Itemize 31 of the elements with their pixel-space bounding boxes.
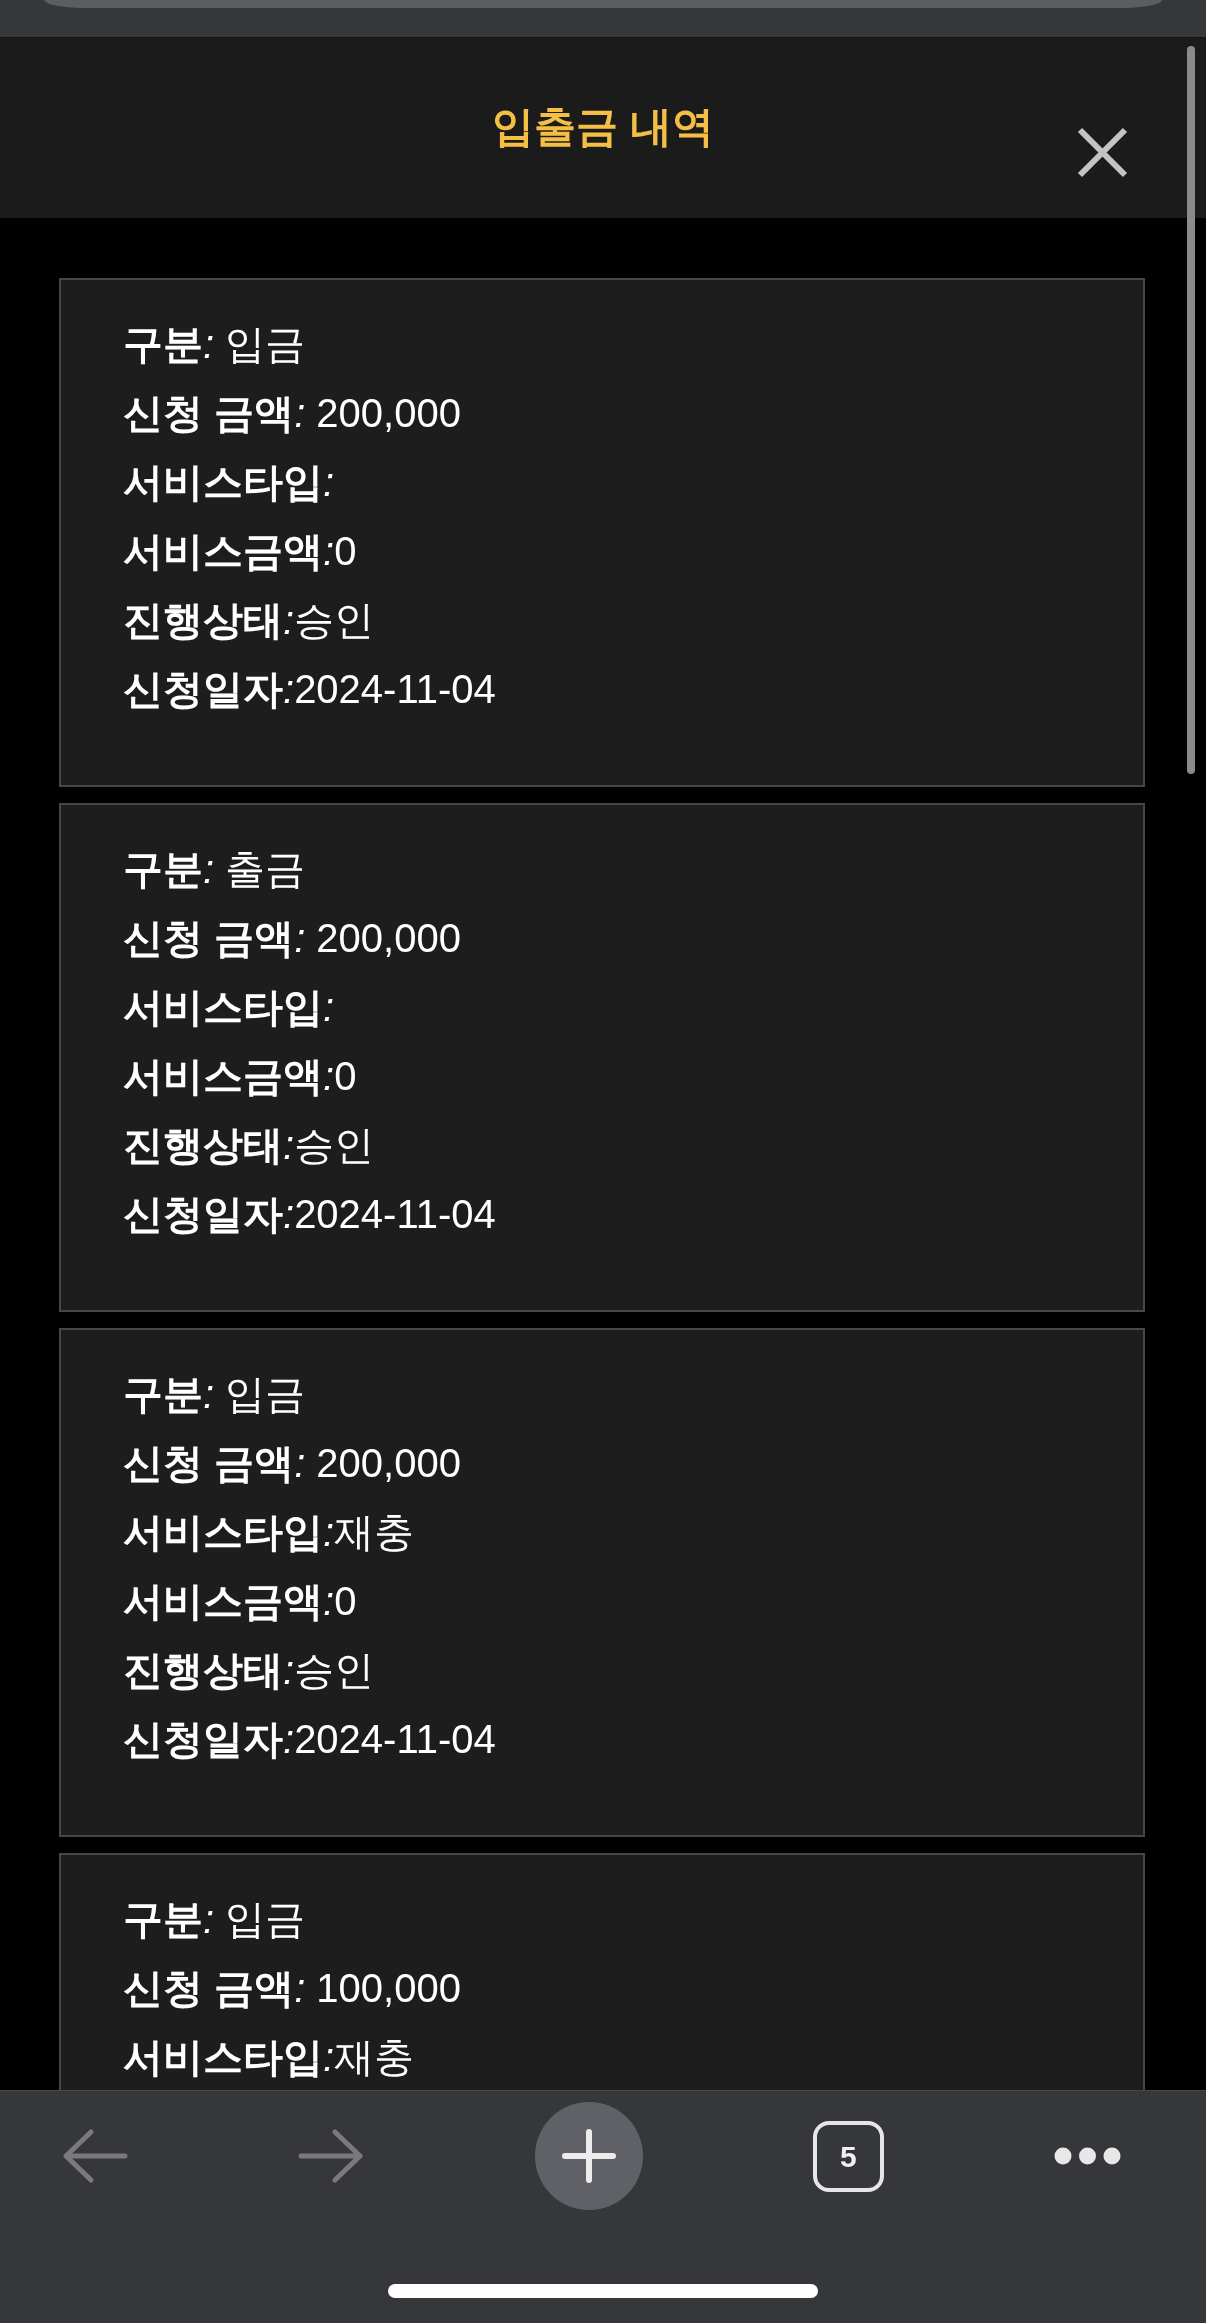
tabs-button[interactable]: 5: [812, 2120, 884, 2192]
record-field: 서비스금액:0: [123, 1042, 357, 1111]
record-field: 서비스타입:: [123, 448, 335, 517]
close-button[interactable]: [1077, 127, 1128, 178]
record-field: 신청일자:2024-11-04: [123, 1180, 496, 1249]
record-field: 신청 금액: 200,000: [123, 1429, 461, 1498]
record-field: 진행상태:승인: [123, 1636, 375, 1705]
record-field: 구분: 입금: [123, 1360, 306, 1429]
scrollbar[interactable]: [1187, 46, 1195, 774]
record-field: 구분: 입금: [123, 1885, 306, 1954]
more-icon: [1054, 2147, 1121, 2165]
record-field: 신청일자:2024-11-04: [123, 655, 496, 724]
more-button[interactable]: [1054, 2147, 1121, 2165]
record-field: 구분: 입금: [123, 310, 306, 379]
record-field: 진행상태:승인: [123, 1111, 375, 1180]
record-field: 구분: 출금: [123, 835, 306, 904]
record-field: 신청일자:2024-11-04: [123, 1705, 496, 1774]
record-field: 서비스타입:: [123, 973, 335, 1042]
record-field: 신청 금액: 200,000: [123, 904, 461, 973]
record-field: 신청 금액: 100,000: [123, 1954, 461, 2023]
close-icon: [1077, 127, 1128, 178]
record-field: 진행상태:승인: [123, 586, 375, 655]
record-field: 서비스금액:0: [123, 1567, 357, 1636]
record-field: 서비스타입:재충: [123, 1498, 415, 1567]
record-field: 서비스타입:재충: [123, 2023, 415, 2090]
record-field: 서비스금액:0: [123, 517, 357, 586]
arrow-right-icon: [298, 2129, 365, 2183]
arrow-left-icon: [62, 2129, 128, 2183]
plus-icon: [561, 2129, 616, 2183]
record-field: 신청 금액: 200,000: [123, 379, 461, 448]
dialog-title: 입출금 내역: [492, 104, 714, 150]
